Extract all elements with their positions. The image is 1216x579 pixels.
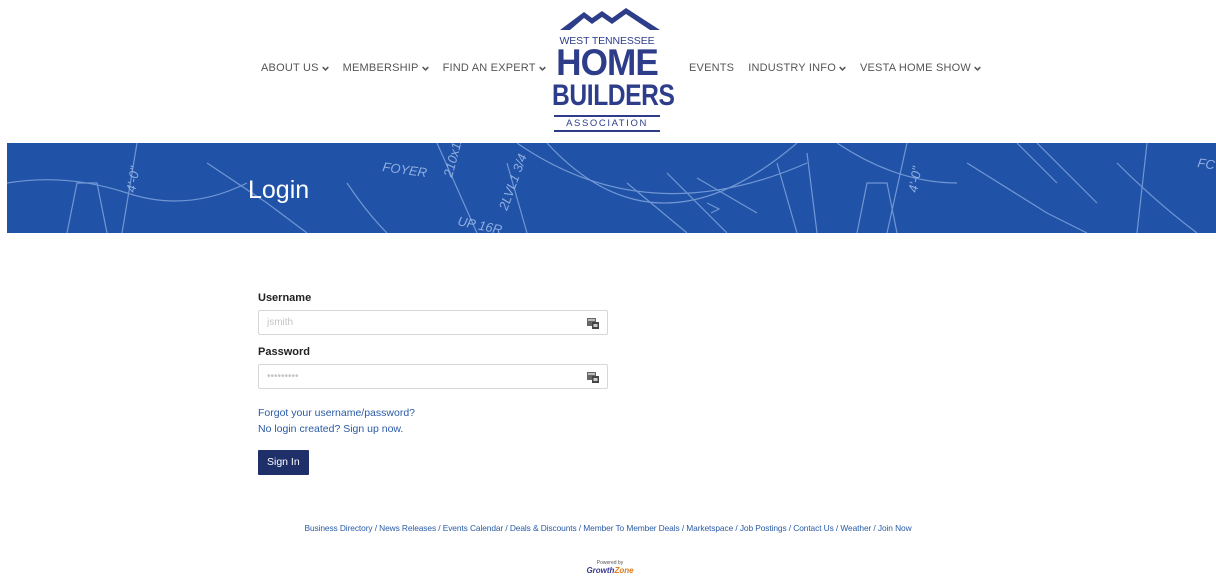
nav-events-label: EVENTS: [689, 62, 735, 74]
nav-events[interactable]: EVENTS: [689, 62, 734, 74]
password-label: Password: [258, 346, 310, 358]
footer-link-events-calendar[interactable]: Events Calendar: [443, 523, 504, 533]
footer-link-separator: /: [871, 523, 878, 533]
sign-up-link[interactable]: No login created? Sign up now.: [258, 421, 608, 437]
powered-by-growthzone[interactable]: Powered by GrowthZone: [580, 560, 640, 575]
svg-text:2LVL1 3/4: 2LVL1 3/4: [495, 152, 529, 213]
svg-text:FOYER: FOYER: [382, 159, 428, 180]
blueprint-background-graphic: FOYER 210x11 2LVL1 3/4 UP 16R 4'-0" 4'-0…: [7, 143, 1216, 233]
username-input[interactable]: [259, 311, 585, 334]
password-manager-icon[interactable]: [587, 317, 599, 329]
roof-icon: [560, 8, 660, 30]
site-logo[interactable]: WEST TENNESSEE HOME BUILDERS ASSOCIATION: [540, 8, 675, 132]
chevron-down-icon: [421, 65, 429, 72]
page-banner: FOYER 210x11 2LVL1 3/4 UP 16R 4'-0" 4'-0…: [7, 143, 1216, 233]
logo-line-association: ASSOCIATION: [554, 115, 660, 132]
footer-link-news-releases[interactable]: News Releases: [379, 523, 436, 533]
nav-membership-label: MEMBERSHIP: [342, 62, 419, 74]
footer-link-marketspace[interactable]: Marketspace: [686, 523, 733, 533]
footer-link-deals-discounts[interactable]: Deals & Discounts: [510, 523, 577, 533]
nav-find-an-expert[interactable]: FIND AN EXPERT: [443, 62, 546, 74]
growthzone-logo: GrowthZone: [580, 566, 640, 575]
sign-in-button[interactable]: Sign In: [258, 450, 309, 475]
chevron-down-icon: [839, 65, 846, 72]
growthzone-logo-growth: Growth: [586, 566, 615, 575]
footer-link-separator: /: [733, 523, 740, 533]
growthzone-logo-zone: Zone: [614, 566, 634, 575]
logo-line-builders: BUILDERS: [552, 79, 675, 112]
nav-vesta-home-show-label: VESTA HOME SHOW: [859, 62, 971, 74]
login-form: Username Password Forgot your username/p…: [258, 292, 608, 475]
footer-link-separator: /: [503, 523, 510, 533]
nav-industry-info-label: INDUSTRY INFO: [748, 62, 836, 74]
footer-links: Business Directory / News Releases / Eve…: [0, 523, 1216, 533]
username-label: Username: [258, 292, 312, 304]
primary-nav-left: ABOUT US MEMBERSHIP FIND AN EXPERT: [261, 62, 546, 74]
nav-membership[interactable]: MEMBERSHIP: [343, 62, 429, 74]
nav-industry-info[interactable]: INDUSTRY INFO: [748, 62, 846, 74]
password-input[interactable]: [259, 365, 585, 388]
chevron-down-icon: [321, 65, 329, 72]
nav-vesta-home-show[interactable]: VESTA HOME SHOW: [860, 62, 981, 74]
password-manager-icon[interactable]: [587, 371, 599, 383]
footer-link-weather[interactable]: Weather: [840, 523, 871, 533]
login-help-links: Forgot your username/password? No login …: [258, 405, 608, 437]
page-title: Login: [248, 176, 310, 204]
footer-link-job-postings[interactable]: Job Postings: [740, 523, 787, 533]
svg-text:4'-0": 4'-0": [905, 164, 925, 193]
footer-link-join-now[interactable]: Join Now: [878, 523, 912, 533]
nav-find-an-expert-label: FIND AN EXPERT: [442, 62, 536, 74]
footer-link-contact-us[interactable]: Contact Us: [793, 523, 834, 533]
footer-link-member-to-member-deals[interactable]: Member To Member Deals: [583, 523, 679, 533]
username-field-wrapper: [258, 310, 608, 335]
svg-text:4'-0": 4'-0": [123, 164, 143, 193]
nav-about-us[interactable]: ABOUT US: [261, 62, 329, 74]
forgot-password-link[interactable]: Forgot your username/password?: [258, 405, 608, 421]
logo-line-home: HOME: [556, 42, 659, 83]
nav-about-us-label: ABOUT US: [261, 62, 319, 74]
svg-text:UP 16R: UP 16R: [456, 213, 503, 233]
svg-text:FC: FC: [1197, 155, 1216, 172]
svg-text:210x11: 210x11: [440, 143, 466, 180]
primary-nav-right: EVENTS INDUSTRY INFO VESTA HOME SHOW: [689, 62, 981, 74]
password-field-wrapper: [258, 364, 608, 389]
chevron-down-icon: [974, 65, 981, 72]
footer-link-business-directory[interactable]: Business Directory: [304, 523, 372, 533]
footer-link-separator: /: [436, 523, 443, 533]
